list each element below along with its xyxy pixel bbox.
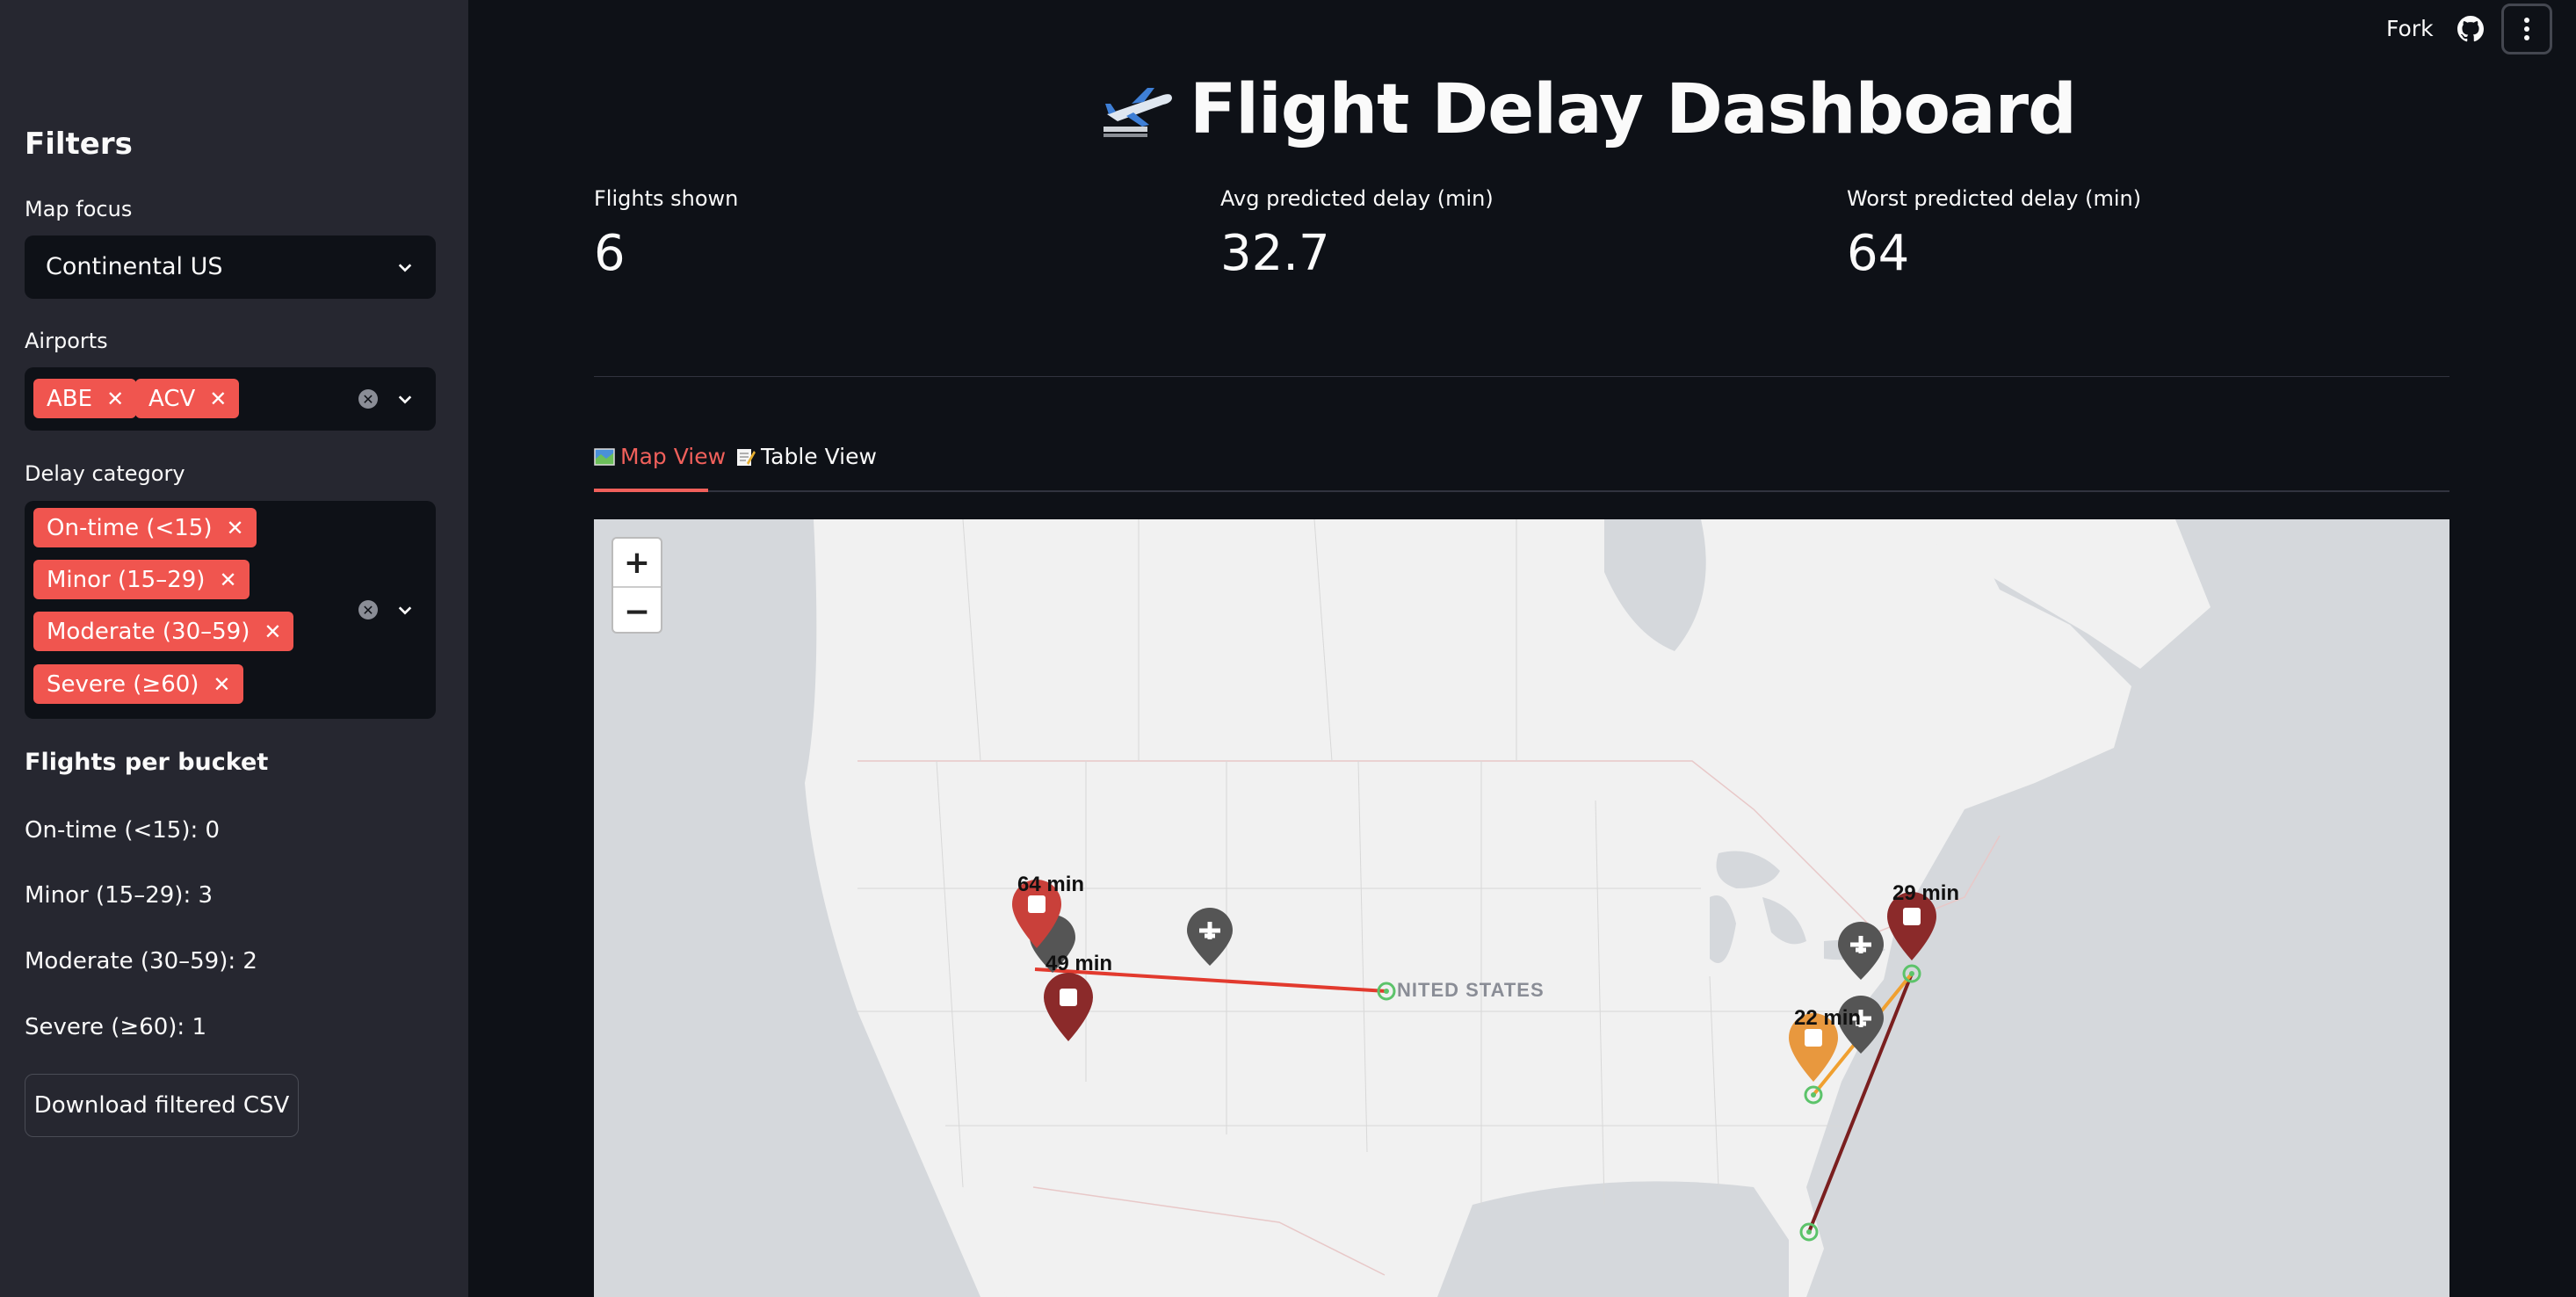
kebab-menu-icon <box>2524 18 2529 40</box>
title-text: Flight Delay Dashboard <box>1190 70 2077 149</box>
bucket-item: Severe (≥60): 1 <box>25 1014 206 1040</box>
clear-all-icon[interactable]: ✕ <box>358 389 378 409</box>
metric-label: Worst predicted delay (min) <box>1847 186 2142 211</box>
remove-chip-icon[interactable]: ✕ <box>264 620 281 644</box>
country-label: NITED STATES <box>1397 979 1545 1001</box>
airport-chip[interactable]: ACV ✕ <box>135 379 240 418</box>
delay-label: 29 min <box>1892 881 1960 905</box>
airports-multiselect[interactable]: ABE ✕ ACV ✕ ✕ <box>25 367 436 431</box>
github-icon[interactable] <box>2457 16 2484 42</box>
airplane-icon <box>1103 88 1172 137</box>
zoom-in-button[interactable]: + <box>613 539 661 586</box>
map-base: NITED STATES <box>594 519 2449 1297</box>
remove-chip-icon[interactable]: ✕ <box>213 672 230 697</box>
page-title: Flight Delay Dashboard <box>1102 70 2077 149</box>
main-menu-button[interactable] <box>2501 4 2552 54</box>
metric-label: Avg predicted delay (min) <box>1220 186 1494 211</box>
remove-chip-icon[interactable]: ✕ <box>106 387 124 411</box>
bucket-item: Moderate (30–59): 2 <box>25 948 257 975</box>
delay-label: 49 min <box>1046 952 1113 975</box>
fork-link[interactable]: Fork <box>2386 16 2434 41</box>
delay-label: 64 min <box>1017 873 1085 896</box>
delay-chip[interactable]: Moderate (30–59) ✕ <box>33 612 294 651</box>
airport-chip[interactable]: ABE ✕ <box>33 379 137 418</box>
clear-all-icon[interactable]: ✕ <box>358 600 378 620</box>
remove-chip-icon[interactable]: ✕ <box>209 387 227 411</box>
zoom-out-button[interactable]: − <box>613 588 661 632</box>
tabs-baseline <box>594 490 2449 492</box>
delay-category-label: Delay category <box>25 461 185 486</box>
buckets-heading: Flights per bucket <box>25 749 269 776</box>
delay-label: 22 min <box>1794 1006 1862 1030</box>
tab-table-view[interactable]: Table View <box>734 444 877 469</box>
delay-category-multiselect[interactable]: On-time (<15) ✕ Minor (15–29) ✕ Moderate (… <box>25 501 436 719</box>
chevron-down-icon[interactable] <box>397 602 413 618</box>
remove-chip-icon[interactable]: ✕ <box>219 568 236 592</box>
tab-map-view[interactable]: Map View <box>594 444 726 469</box>
sidebar: Filters Map focus Continental US Airport… <box>0 0 468 1297</box>
remove-chip-icon[interactable]: ✕ <box>227 516 244 540</box>
metric-value: 64 <box>1847 225 1910 282</box>
delay-chip[interactable]: On-time (<15) ✕ <box>33 508 257 547</box>
zoom-control: + − <box>611 537 662 634</box>
active-tab-indicator <box>594 489 708 492</box>
metric-value: 6 <box>594 225 626 282</box>
bucket-item: On-time (<15): 0 <box>25 817 221 844</box>
download-csv-button[interactable]: Download filtered CSV <box>25 1074 299 1137</box>
metric-value: 32.7 <box>1220 225 1330 282</box>
airports-label: Airports <box>25 329 108 353</box>
map-icon <box>594 447 615 466</box>
memo-icon <box>737 448 756 466</box>
chevron-down-icon <box>397 259 413 275</box>
chevron-down-icon[interactable] <box>397 391 413 407</box>
flight-map[interactable]: NITED STATES 64 min 49 min 29 min 22 min… <box>594 519 2449 1297</box>
bucket-item: Minor (15–29): 3 <box>25 882 213 909</box>
map-focus-value: Continental US <box>46 253 223 280</box>
metric-label: Flights shown <box>594 186 739 211</box>
divider <box>594 376 2449 377</box>
sidebar-title: Filters <box>25 127 133 162</box>
map-focus-select[interactable]: Continental US <box>25 235 436 299</box>
map-focus-label: Map focus <box>25 197 133 221</box>
delay-chip[interactable]: Severe (≥60) ✕ <box>33 664 243 704</box>
delay-chip[interactable]: Minor (15–29) ✕ <box>33 560 250 599</box>
